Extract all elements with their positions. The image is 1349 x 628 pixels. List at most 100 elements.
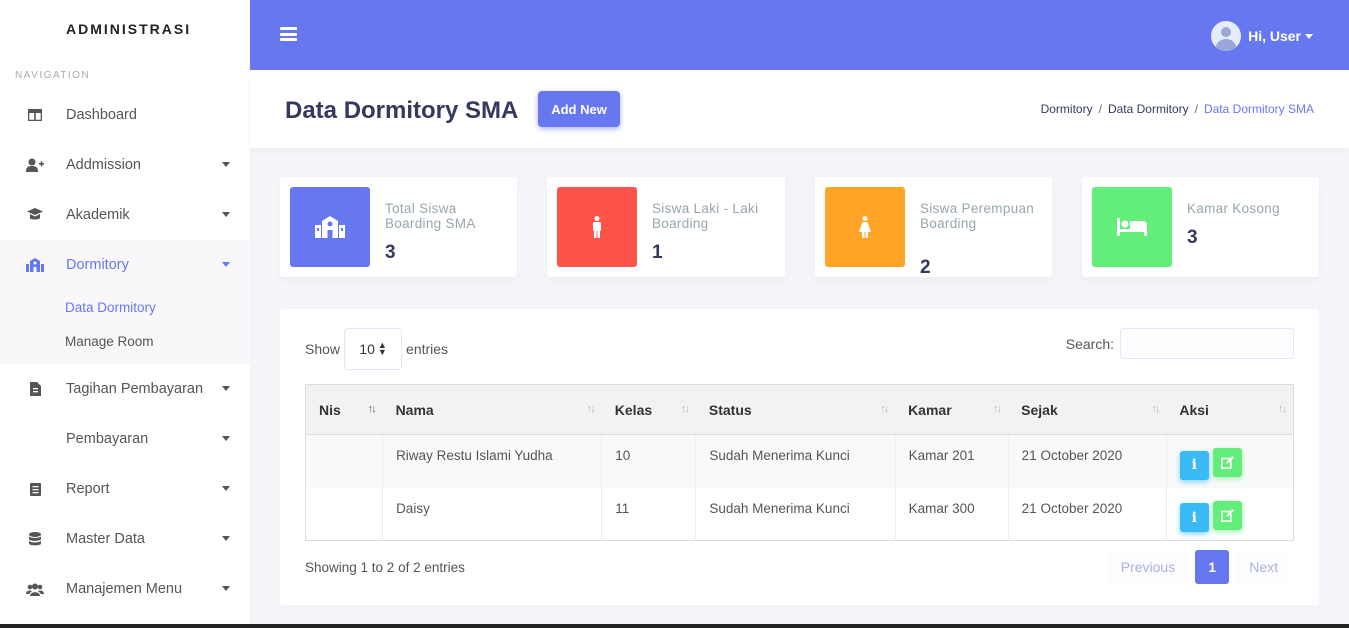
- menu-toggle-icon[interactable]: [280, 27, 297, 41]
- info-button[interactable]: i: [1179, 503, 1209, 532]
- breadcrumb-separator: /: [1098, 102, 1102, 116]
- sidebar-item-label: Dormitory: [66, 257, 129, 273]
- columns-icon: [26, 106, 44, 124]
- chevron-down-icon: [222, 262, 230, 267]
- dormitory-submenu: Data Dormitory Manage Room: [0, 290, 250, 364]
- breadcrumb-item-current: Data Dormitory SMA: [1203, 102, 1314, 116]
- sidebar-subitem-data-dormitory[interactable]: Data Dormitory: [0, 290, 250, 324]
- edit-button[interactable]: [1212, 448, 1242, 477]
- info-button[interactable]: i: [1179, 450, 1209, 480]
- table-row: Daisy 11 Sudah Menerima Kunci Kamar 300 …: [306, 487, 1294, 541]
- table-info: Showing 1 to 2 of 2 entries: [305, 560, 465, 575]
- cell-nama: Daisy: [382, 487, 602, 541]
- sidebar-brand[interactable]: ADMINISTRASI: [0, 0, 250, 58]
- sidebar: ADMINISTRASI NAVIGATION Dashboard Addmis…: [0, 0, 250, 628]
- stat-value: 3: [1187, 227, 1198, 248]
- data-table-card: Show 10 ▲ ▼ entries Search: Nis ↑↓ Nama ↑↓ …: [280, 309, 1319, 605]
- file-invoice-icon: [26, 380, 44, 398]
- next-page-button[interactable]: Next: [1237, 550, 1290, 584]
- database-icon: [26, 530, 44, 548]
- sidebar-item-report[interactable]: Report: [0, 464, 250, 514]
- edit-button[interactable]: [1212, 500, 1242, 530]
- breadcrumb-item-dormitory[interactable]: Dormitory: [1041, 102, 1093, 116]
- user-plus-icon: [26, 156, 44, 174]
- sidebar-item-master-data[interactable]: Master Data: [0, 514, 250, 564]
- sidebar-item-label: Pembayaran: [66, 431, 149, 447]
- user-dropdown[interactable]: Hi, User: [1211, 21, 1313, 51]
- info-icon: i: [1191, 509, 1197, 526]
- column-header-kelas[interactable]: Kelas ↑↓: [601, 384, 696, 435]
- add-new-button[interactable]: Add New: [538, 91, 620, 127]
- cell-nis: [306, 488, 383, 541]
- column-header-nama[interactable]: Nama ↑↓: [382, 384, 602, 435]
- top-navbar: Hi, User: [250, 0, 1349, 70]
- sidebar-item-label: Tagihan Pembayaran: [66, 381, 204, 397]
- sidebar-item-manajemen-menu[interactable]: Manajemen Menu: [0, 564, 250, 614]
- edit-icon: [1220, 456, 1234, 469]
- cell-aksi: i: [1165, 434, 1294, 488]
- column-header-nis[interactable]: Nis ↑↓: [305, 384, 383, 435]
- column-header-status[interactable]: Status ↑↓: [695, 384, 896, 435]
- sidebar-item-tagihan-pembayaran[interactable]: Tagihan Pembayaran: [0, 364, 250, 414]
- stat-label: Siswa Perempuan Boarding: [920, 201, 1035, 231]
- column-header-kamar[interactable]: Kamar ↑↓: [895, 384, 1009, 435]
- chevron-down-icon: [222, 586, 230, 591]
- show-label: Show: [305, 341, 341, 357]
- sidebar-item-dashboard[interactable]: Dashboard: [0, 90, 250, 140]
- sidebar-item-akademik[interactable]: Akademik: [0, 190, 250, 240]
- chevron-down-icon: [1305, 33, 1313, 39]
- search-input[interactable]: [1120, 328, 1294, 359]
- users-cog-icon: [26, 580, 44, 598]
- sort-icon: ↑↓: [1151, 403, 1160, 415]
- table-row: Riway Restu Islami Yudha 10 Sudah Meneri…: [305, 434, 1294, 488]
- breadcrumb: Dormitory / Data Dormitory / Data Dormit…: [1041, 102, 1314, 116]
- sidebar-item-label: Report: [66, 481, 110, 497]
- entries-label: entries: [406, 341, 449, 357]
- school-icon: [290, 187, 370, 267]
- sort-icon: ↑↓: [680, 403, 690, 415]
- search-box: Search:: [1066, 328, 1294, 359]
- cell-sejak: 21 October 2020: [1007, 434, 1167, 488]
- sidebar-subitem-manage-room[interactable]: Manage Room: [0, 324, 250, 358]
- user-greeting: Hi, User: [1248, 28, 1301, 44]
- sidebar-item-label: Master Data: [66, 531, 145, 547]
- breadcrumb-item-data-dormitory[interactable]: Data Dormitory: [1108, 102, 1189, 116]
- page-title: Data Dormitory SMA: [285, 97, 519, 124]
- page-button-1[interactable]: 1: [1195, 550, 1230, 584]
- female-icon: [825, 187, 905, 267]
- chevron-down-icon: [222, 162, 230, 167]
- stat-card-kamar-kosong: Kamar Kosong 3: [1082, 177, 1319, 277]
- sidebar-item-label: Akademik: [66, 207, 130, 223]
- sidebar-item-pembayaran[interactable]: Pembayaran: [0, 414, 250, 464]
- cell-status: Sudah Menerima Kunci: [695, 487, 896, 541]
- sidebar-item-label: Manajemen Menu: [66, 581, 183, 597]
- breadcrumb-separator: /: [1194, 102, 1198, 116]
- column-header-aksi[interactable]: Aksi ↑↓: [1166, 384, 1294, 435]
- sidebar-item-dormitory[interactable]: Dormitory: [0, 240, 250, 290]
- school-icon: [26, 256, 44, 274]
- sort-arrows-icon: ▲ ▼: [377, 340, 387, 357]
- sort-icon: ↑↓: [880, 403, 889, 415]
- report-icon: [26, 480, 44, 498]
- column-header-sejak[interactable]: Sejak ↑↓: [1008, 384, 1167, 435]
- search-label: Search:: [1065, 335, 1114, 352]
- chevron-down-icon: [222, 212, 230, 217]
- sort-icon: ↑↓: [1278, 403, 1287, 415]
- sidebar-item-label: Dashboard: [66, 107, 137, 123]
- blank-icon: [26, 430, 44, 448]
- previous-page-button[interactable]: Previous: [1108, 550, 1188, 584]
- cell-kelas: 11: [601, 487, 696, 541]
- chevron-down-icon: [222, 386, 230, 391]
- stat-card-siswa-laki: Siswa Laki - Laki Boarding 1: [547, 177, 785, 277]
- entries-select[interactable]: 10 ▲ ▼: [344, 328, 403, 370]
- stat-value: 1: [652, 242, 663, 263]
- sort-icon: ↑↓: [586, 403, 596, 415]
- entries-value: 10: [359, 341, 375, 357]
- avatar: [1211, 21, 1242, 51]
- chevron-down-icon: [222, 436, 230, 441]
- sidebar-item-addmission[interactable]: Addmission: [0, 140, 250, 190]
- cell-sejak: 21 October 2020: [1007, 487, 1167, 541]
- stat-value: 2: [920, 257, 931, 278]
- edit-icon: [1220, 508, 1234, 522]
- cell-kamar: Kamar 201: [894, 434, 1009, 488]
